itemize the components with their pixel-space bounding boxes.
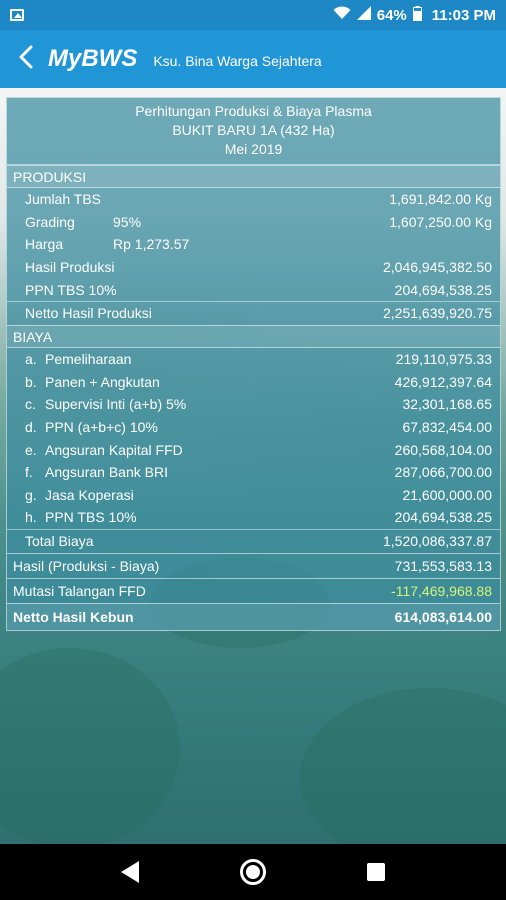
report-title: Perhitungan Produksi & Biaya Plasma	[135, 103, 372, 119]
row-hasil: Hasil (Produksi - Biaya) 731,553,583.13	[7, 552, 500, 578]
app-bar: MyBWS Ksu. Bina Warga Sejahtera	[0, 30, 506, 88]
back-button[interactable]	[6, 30, 46, 88]
status-bar: 64% 11:03 PM	[0, 0, 506, 30]
row-biaya-a: a. Pemeliharaan 219,110,975.33	[25, 351, 492, 368]
row-biaya-e: e. Angsuran Kapital FFD 260,568,104.00	[25, 441, 492, 458]
status-right: 64% 11:03 PM	[333, 5, 496, 25]
battery-level: 64%	[376, 6, 407, 24]
background-foliage	[300, 688, 506, 844]
content-area[interactable]: Perhitungan Produksi & Biaya Plasma BUKI…	[0, 88, 506, 844]
section-biaya: BIAYA	[7, 324, 500, 348]
signal-icon	[356, 6, 371, 24]
image-icon	[10, 9, 24, 21]
row-biaya-d: d. PPN (a+b+c) 10% 67,832,454.00	[25, 419, 492, 436]
status-left	[10, 9, 333, 21]
row-jumlah-tbs: Jumlah TBS 1,691,842.00 Kg	[25, 191, 492, 208]
report-panel: Perhitungan Produksi & Biaya Plasma BUKI…	[6, 97, 501, 631]
background-foliage	[0, 648, 180, 844]
app-subtitle: Ksu. Bina Warga Sejahtera	[153, 53, 322, 69]
clock: 11:03 PM	[431, 6, 496, 24]
back-arrow-icon	[18, 45, 34, 74]
row-total-biaya: Total Biaya 1,520,086,337.87	[7, 528, 500, 553]
row-biaya-b: b. Panen + Angkutan 426,912,397.64	[25, 373, 492, 390]
row-grading: Grading 95% 1,607,250.00 Kg	[25, 213, 492, 230]
row-biaya-c: c. Supervisi Inti (a+b) 5% 32,301,168.65	[25, 396, 492, 413]
row-netto-hasil-kebun: Netto Hasil Kebun 614,083,614.00	[7, 602, 500, 630]
row-biaya-g: g. Jasa Koperasi 21,600,000.00	[25, 486, 492, 503]
negative-value: -117,469,968.88	[391, 582, 492, 599]
wifi-icon	[333, 6, 351, 24]
row-netto-hasil-produksi: Netto Hasil Produksi 2,251,639,920.75	[7, 300, 500, 325]
row-ppn-tbs: PPN TBS 10% 204,694,538.25	[25, 281, 492, 298]
nav-home-icon[interactable]	[239, 859, 266, 885]
report-period: Mei 2019	[224, 141, 283, 157]
app-title: MyBWS	[48, 45, 138, 72]
section-produksi: PRODUKSI	[7, 165, 500, 188]
row-biaya-f: f. Angsuran Bank BRI 287,066,700.00	[25, 464, 492, 481]
system-nav-bar	[0, 844, 506, 900]
row-biaya-h: h. PPN TBS 10% 204,694,538.25	[25, 509, 492, 526]
row-mutasi: Mutasi Talangan FFD -117,469,968.88	[7, 577, 500, 603]
nav-back-icon[interactable]	[120, 861, 139, 883]
report-header: Perhitungan Produksi & Biaya Plasma BUKI…	[7, 98, 500, 165]
report-location: BUKIT BARU 1A (432 Ha)	[172, 122, 335, 138]
nav-recents-icon[interactable]	[367, 863, 386, 881]
row-harga: Harga Rp 1,273.57	[25, 236, 190, 253]
row-hasil-produksi: Hasil Produksi 2,046,945,382.50	[25, 259, 492, 276]
battery-icon	[412, 5, 422, 25]
